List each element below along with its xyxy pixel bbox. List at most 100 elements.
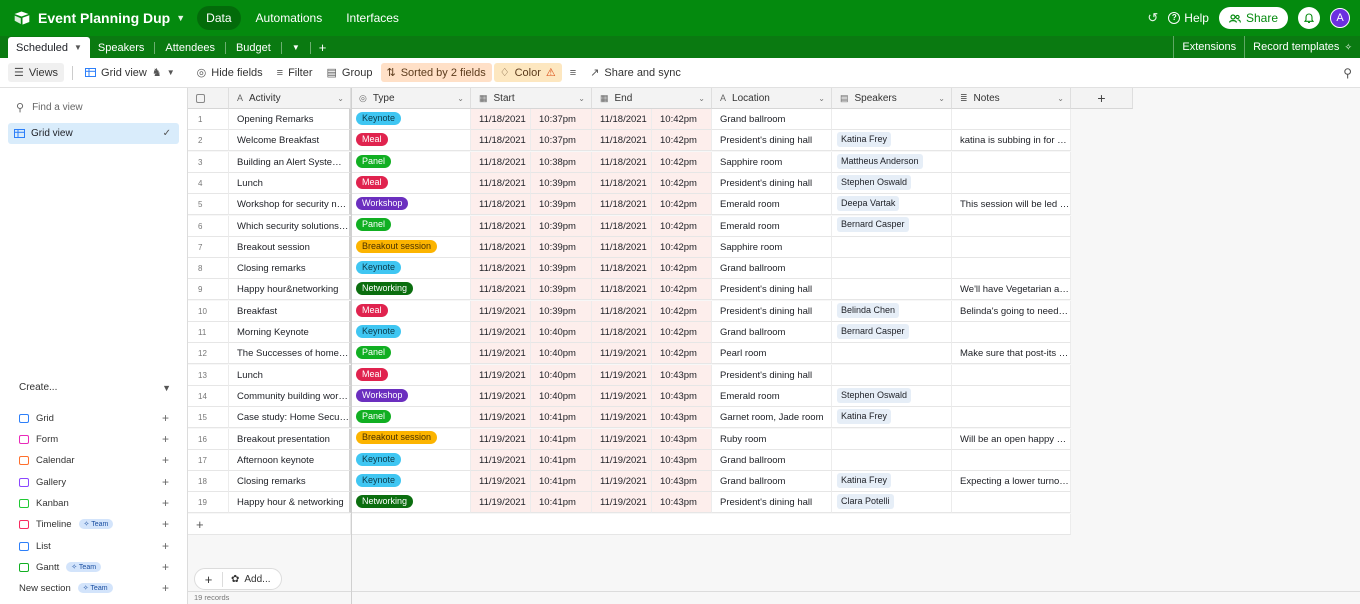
- create-view-form[interactable]: Form +: [19, 431, 169, 447]
- cell-activity[interactable]: Community building works...: [229, 385, 351, 407]
- cell-location[interactable]: Ruby room: [712, 428, 832, 450]
- table-row[interactable]: 17 Afternoon keynote Keynote 11/19/2021 10:4…: [188, 449, 1071, 471]
- cell-start-time[interactable]: 10:41pm: [531, 407, 592, 429]
- cell-start-date[interactable]: 11/19/2021: [471, 385, 531, 407]
- cell-activity[interactable]: Afternoon keynote: [229, 449, 351, 471]
- row-height-button[interactable]: ≡: [564, 64, 582, 82]
- cell-end-time[interactable]: 10:42pm: [652, 109, 712, 130]
- cell-start-time[interactable]: 10:39pm: [531, 300, 592, 322]
- cell-activity[interactable]: Closing remarks: [229, 258, 351, 280]
- cell-speaker[interactable]: [832, 449, 952, 471]
- add-view-plus-icon[interactable]: +: [162, 560, 169, 574]
- group-button[interactable]: ▤ Group: [321, 63, 379, 82]
- cell-start-time[interactable]: 10:38pm: [531, 151, 592, 173]
- cell-notes[interactable]: [952, 449, 1071, 471]
- table-row[interactable]: 19 Happy hour & networking Networking 11/19…: [188, 492, 1071, 514]
- cell-activity[interactable]: Opening Remarks: [229, 109, 351, 130]
- add-view-plus-icon[interactable]: +: [162, 453, 169, 467]
- chevron-down-icon[interactable]: ⌄: [457, 94, 464, 103]
- cell-n[interactable]: 10: [188, 300, 229, 322]
- add-view-plus-icon[interactable]: +: [162, 581, 169, 595]
- cell-n[interactable]: 6: [188, 215, 229, 237]
- cell-speaker[interactable]: Bernard Casper: [832, 215, 952, 237]
- cell-notes[interactable]: katina is subbing in for Rus...: [952, 130, 1071, 152]
- cell-n[interactable]: 3: [188, 151, 229, 173]
- cell-n[interactable]: 7: [188, 236, 229, 258]
- cell-end-date[interactable]: 11/18/2021: [592, 215, 652, 237]
- table-row[interactable]: 3 Building an Alert System th... Panel 11/1…: [188, 151, 1071, 173]
- cell-end-time[interactable]: 10:42pm: [652, 300, 712, 322]
- create-view-new-section[interactable]: New section ✧ Team +: [19, 580, 169, 596]
- cell-notes[interactable]: [952, 492, 1071, 514]
- cell-end-time[interactable]: 10:42pm: [652, 322, 712, 343]
- cell-type[interactable]: Workshop: [351, 194, 471, 216]
- tab-speakers[interactable]: Speakers: [90, 38, 152, 58]
- create-view-list[interactable]: List +: [19, 538, 169, 554]
- cell-location[interactable]: Grand ballroom: [712, 258, 832, 280]
- cell-speaker[interactable]: Clara Potelli: [832, 492, 952, 514]
- chevron-down-icon[interactable]: ⌄: [698, 94, 705, 103]
- cell-start-date[interactable]: 11/18/2021: [471, 236, 531, 258]
- cell-location[interactable]: Garnet room, Jade room: [712, 407, 832, 429]
- share-button[interactable]: Share: [1218, 7, 1288, 29]
- table-row[interactable]: 1 Opening Remarks Keynote 11/18/2021 10:37pm…: [188, 109, 1071, 130]
- cell-type[interactable]: Keynote: [351, 471, 471, 493]
- cell-speaker[interactable]: Katina Frey: [832, 407, 952, 429]
- table-row[interactable]: 6 Which security solutions is ... Panel 11/…: [188, 215, 1071, 237]
- record-templates-button[interactable]: Record templates ✧: [1245, 36, 1360, 58]
- cell-notes[interactable]: [952, 236, 1071, 258]
- cell-activity[interactable]: The Successes of home sec...: [229, 343, 351, 365]
- tab-budget[interactable]: Budget: [228, 38, 279, 58]
- cell-notes[interactable]: Will be an open happy hour: [952, 428, 1071, 450]
- cell-start-date[interactable]: 11/18/2021: [471, 151, 531, 173]
- cell-end-time[interactable]: 10:42pm: [652, 258, 712, 280]
- cell-start-time[interactable]: 10:39pm: [531, 279, 592, 301]
- cell-n[interactable]: 13: [188, 364, 229, 386]
- cell-start-time[interactable]: 10:37pm: [531, 109, 592, 130]
- cell-end-date[interactable]: 11/18/2021: [592, 279, 652, 301]
- share-sync-button[interactable]: ↗ Share and sync: [584, 63, 687, 82]
- add-record-plus-icon[interactable]: +: [195, 571, 223, 587]
- cell-speaker[interactable]: Belinda Chen: [832, 300, 952, 322]
- cell-start-time[interactable]: 10:40pm: [531, 364, 592, 386]
- view-switcher-button[interactable]: Grid view ♞ ▼: [79, 63, 181, 82]
- cell-location[interactable]: Sapphire room: [712, 151, 832, 173]
- cell-start-date[interactable]: 11/18/2021: [471, 279, 531, 301]
- header-start[interactable]: ▦ Start ⌄: [471, 88, 592, 109]
- cell-end-time[interactable]: 10:43pm: [652, 449, 712, 471]
- cell-speaker[interactable]: [832, 109, 952, 130]
- cell-type[interactable]: Breakout session: [351, 236, 471, 258]
- cell-speaker[interactable]: [832, 236, 952, 258]
- cell-start-time[interactable]: 10:40pm: [531, 385, 592, 407]
- cell-end-time[interactable]: 10:42pm: [652, 236, 712, 258]
- table-row[interactable]: 8 Closing remarks Keynote 11/18/2021 10:39pm…: [188, 258, 1071, 280]
- cell-type[interactable]: Panel: [351, 151, 471, 173]
- cell-n[interactable]: 4: [188, 172, 229, 194]
- cell-start-date[interactable]: 11/19/2021: [471, 428, 531, 450]
- cell-start-date[interactable]: 11/19/2021: [471, 364, 531, 386]
- cell-notes[interactable]: Belinda's going to need a p...: [952, 300, 1071, 322]
- nav-data[interactable]: Data: [197, 6, 241, 30]
- chevron-down-icon[interactable]: ⌄: [938, 94, 945, 103]
- cell-end-date[interactable]: 11/19/2021: [592, 364, 652, 386]
- cell-notes[interactable]: [952, 172, 1071, 194]
- cell-speaker[interactable]: [832, 364, 952, 386]
- cell-start-date[interactable]: 11/19/2021: [471, 471, 531, 493]
- table-row[interactable]: 16 Breakout presentation Breakout session 1…: [188, 428, 1071, 450]
- chevron-down-icon[interactable]: ⌄: [1057, 94, 1064, 103]
- cell-end-time[interactable]: 10:42pm: [652, 194, 712, 216]
- cell-activity[interactable]: Morning Keynote: [229, 322, 351, 343]
- cell-end-date[interactable]: 11/19/2021: [592, 343, 652, 365]
- filter-button[interactable]: ≡ Filter: [271, 64, 319, 82]
- cell-notes[interactable]: [952, 364, 1071, 386]
- cell-end-time[interactable]: 10:43pm: [652, 385, 712, 407]
- extensions-button[interactable]: Extensions: [1174, 36, 1244, 58]
- find-view-input[interactable]: Find a view: [32, 102, 83, 113]
- cell-n[interactable]: 11: [188, 322, 229, 343]
- create-view-gallery[interactable]: Gallery +: [19, 474, 169, 490]
- tab-scheduled[interactable]: Scheduled ▼: [8, 37, 90, 58]
- cell-location[interactable]: President's dining hall: [712, 130, 832, 152]
- cell-start-date[interactable]: 11/18/2021: [471, 172, 531, 194]
- cell-n[interactable]: 19: [188, 492, 229, 514]
- add-field-button[interactable]: +: [1071, 88, 1133, 109]
